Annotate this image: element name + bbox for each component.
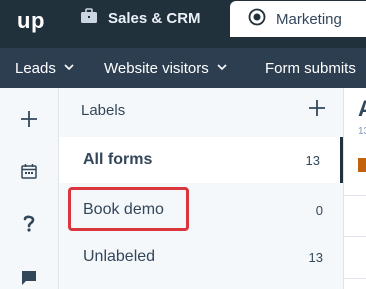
target-icon — [248, 8, 266, 30]
nav-form-submits[interactable]: Form submits — [265, 48, 356, 88]
tab-marketing-label: Marketing — [276, 10, 342, 28]
label-name: All forms — [83, 151, 153, 168]
icon-rail — [0, 88, 59, 289]
divider — [344, 236, 366, 237]
briefcase-icon — [80, 8, 98, 28]
nav-form-submits-label: Form submits — [265, 59, 356, 77]
label-row-all-forms[interactable]: All forms 13 — [59, 137, 343, 183]
divider — [344, 278, 366, 279]
calendar-icon[interactable] — [0, 163, 58, 179]
nav-website-visitors-label: Website visitors — [104, 59, 209, 77]
app-window: up Sales & CRM Marketing Leads Website v… — [0, 0, 366, 289]
nav-leads[interactable]: Leads — [15, 48, 74, 88]
label-count: 13 — [308, 249, 323, 265]
plus-icon — [309, 100, 325, 116]
chat-icon[interactable] — [0, 270, 58, 286]
top-bar: up Sales & CRM Marketing — [0, 0, 366, 48]
status-badge — [358, 158, 366, 172]
help-icon[interactable] — [0, 214, 58, 232]
nav-leads-label: Leads — [15, 59, 56, 77]
highlight-box — [68, 187, 189, 231]
page-subtitle: 13 — [358, 126, 366, 137]
label-row-unlabeled[interactable]: Unlabeled 13 — [59, 234, 343, 280]
label-count: 13 — [305, 152, 320, 168]
add-label-button[interactable] — [307, 98, 327, 118]
divider — [344, 195, 366, 196]
chevron-down-icon — [217, 63, 227, 74]
chevron-down-icon — [64, 63, 74, 74]
tab-sales-crm[interactable]: Sales & CRM — [80, 0, 201, 36]
tab-marketing[interactable]: Marketing — [230, 1, 366, 37]
label-count: 0 — [315, 202, 323, 218]
labels-panel-title: Labels — [81, 102, 126, 119]
logo-text: up — [17, 8, 45, 33]
app-logo[interactable]: up — [0, 6, 62, 36]
nav-website-visitors[interactable]: Website visitors — [104, 48, 227, 88]
plus-icon[interactable] — [0, 110, 58, 128]
secondary-nav: Leads Website visitors Form submits — [0, 48, 366, 88]
tab-sales-crm-label: Sales & CRM — [108, 9, 201, 27]
label-name: Unlabeled — [83, 248, 156, 265]
page-title: A — [358, 96, 366, 121]
main-content: A 13 — [344, 88, 366, 289]
